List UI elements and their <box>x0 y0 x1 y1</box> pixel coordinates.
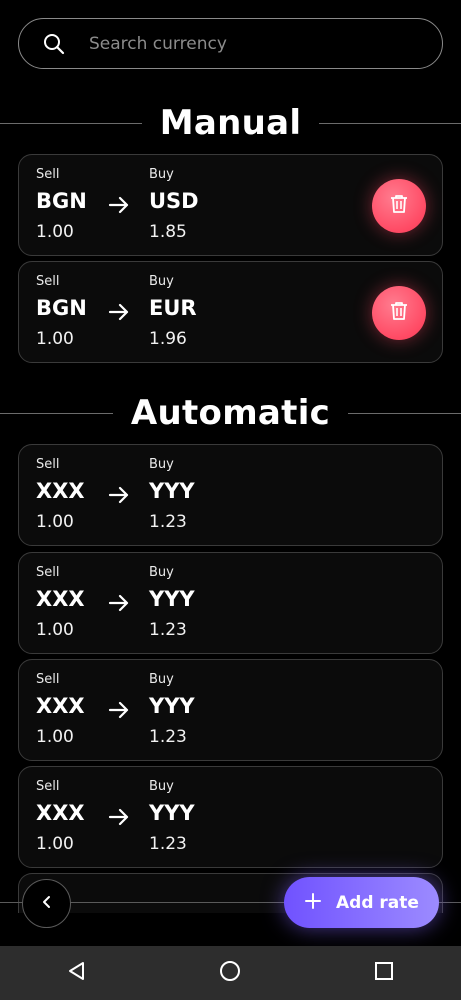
delete-button[interactable] <box>372 286 426 340</box>
nav-recents-button[interactable] <box>354 946 414 1000</box>
buy-label: Buy <box>149 779 174 794</box>
rate-card[interactable]: Sell XXX 1.00 Buy YYY 1.23 <box>18 659 443 761</box>
sell-label: Sell <box>36 779 60 794</box>
plus-icon <box>304 892 322 914</box>
buy-currency-code: YYY <box>149 694 195 718</box>
sell-amount: 1.00 <box>36 329 74 349</box>
arrow-right-icon <box>107 300 131 328</box>
rate-card[interactable]: Sell XXX 1.00 Buy YYY 1.23 <box>18 552 443 654</box>
manual-section-header: Manual <box>0 100 461 146</box>
sell-label: Sell <box>36 565 60 580</box>
arrow-right-icon <box>107 591 131 619</box>
section-title-manual: Manual <box>159 103 302 143</box>
arrow-right-icon <box>107 193 131 221</box>
buy-label: Buy <box>149 457 174 472</box>
divider <box>0 122 142 124</box>
buy-amount: 1.23 <box>149 727 187 747</box>
sell-label: Sell <box>36 274 60 289</box>
sell-currency-code: XXX <box>36 801 85 825</box>
nav-home-button[interactable] <box>200 946 260 1000</box>
buy-amount: 1.85 <box>149 222 187 242</box>
sell-label: Sell <box>36 457 60 472</box>
sell-currency-code: BGN <box>36 296 87 320</box>
sell-amount: 1.00 <box>36 834 74 854</box>
sell-amount: 1.00 <box>36 512 74 532</box>
search-bar[interactable] <box>18 18 443 69</box>
sell-currency-code: XXX <box>36 694 85 718</box>
circle-home-icon <box>218 959 242 987</box>
trash-icon <box>388 193 410 219</box>
back-button[interactable] <box>22 879 71 928</box>
buy-amount: 1.23 <box>149 834 187 854</box>
rate-card[interactable]: Sell BGN 1.00 Buy EUR 1.96 <box>18 261 443 363</box>
divider <box>0 412 113 414</box>
buy-currency-code: YYY <box>149 479 195 503</box>
buy-label: Buy <box>149 565 174 580</box>
arrow-right-icon <box>107 805 131 833</box>
divider <box>319 122 461 124</box>
sell-label: Sell <box>36 167 60 182</box>
sell-label: Sell <box>36 672 60 687</box>
buy-currency-code: EUR <box>149 296 197 320</box>
search-input[interactable] <box>89 33 409 54</box>
chevron-left-icon <box>39 894 55 914</box>
rate-card[interactable]: Sell XXX 1.00 Buy YYY 1.23 <box>18 444 443 546</box>
add-rate-label: Add rate <box>336 892 419 913</box>
system-nav-bar <box>0 946 461 1000</box>
buy-label: Buy <box>149 274 174 289</box>
sell-amount: 1.00 <box>36 222 74 242</box>
trash-icon <box>388 300 410 326</box>
buy-currency-code: YYY <box>149 801 195 825</box>
sell-currency-code: XXX <box>36 479 85 503</box>
sell-amount: 1.00 <box>36 727 74 747</box>
buy-currency-code: USD <box>149 189 199 213</box>
delete-button[interactable] <box>372 179 426 233</box>
arrow-right-icon <box>107 698 131 726</box>
buy-amount: 1.96 <box>149 329 187 349</box>
nav-back-button[interactable] <box>47 946 107 1000</box>
add-rate-button[interactable]: Add rate <box>284 877 439 928</box>
rate-card[interactable]: Sell XXX 1.00 Buy YYY 1.23 <box>18 766 443 868</box>
buy-currency-code: YYY <box>149 587 195 611</box>
automatic-section-header: Automatic <box>0 390 461 436</box>
arrow-right-icon <box>107 483 131 511</box>
buy-label: Buy <box>149 167 174 182</box>
square-recents-icon <box>374 961 394 985</box>
triangle-back-icon <box>66 960 88 986</box>
sell-currency-code: XXX <box>36 587 85 611</box>
search-icon <box>19 33 89 55</box>
buy-label: Buy <box>149 672 174 687</box>
section-title-automatic: Automatic <box>130 393 331 433</box>
divider <box>348 412 461 414</box>
rate-card[interactable]: Sell BGN 1.00 Buy USD 1.85 <box>18 154 443 256</box>
sell-amount: 1.00 <box>36 620 74 640</box>
buy-amount: 1.23 <box>149 512 187 532</box>
buy-amount: 1.23 <box>149 620 187 640</box>
sell-currency-code: BGN <box>36 189 87 213</box>
